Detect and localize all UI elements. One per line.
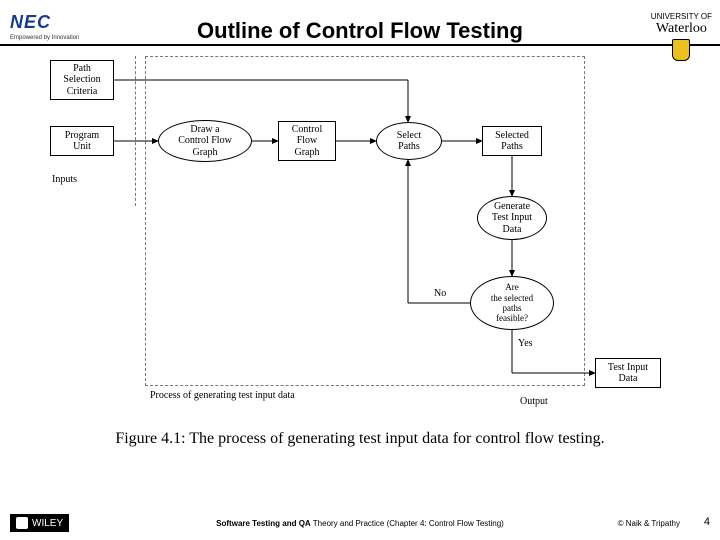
slide-number: 4 — [704, 516, 710, 528]
footer-center: Software Testing and QA Theory and Pract… — [0, 519, 720, 528]
waterloo-prefix: UNIVERSITY OF — [651, 12, 712, 21]
node-select-paths: SelectPaths — [376, 122, 442, 160]
label-process-box: Process of generating test input data — [150, 390, 295, 401]
inputs-dashed-divider — [135, 56, 136, 206]
node-feasible-decision: Arethe selectedpathsfeasible? — [470, 276, 554, 330]
node-selected-paths: SelectedPaths — [482, 126, 542, 156]
label-output: Output — [520, 396, 548, 407]
node-generate-test-input: GenerateTest InputData — [477, 196, 547, 240]
label-no: No — [434, 288, 446, 299]
node-path-selection-criteria: PathSelectionCriteria — [50, 60, 114, 100]
label-yes: Yes — [518, 338, 533, 349]
footer-rest: Theory and Practice (Chapter 4: Control … — [311, 519, 504, 528]
figure-caption: Figure 4.1: The process of generating te… — [0, 430, 720, 448]
waterloo-logo: UNIVERSITY OF Waterloo — [651, 12, 712, 61]
node-draw-cfg: Draw aControl FlowGraph — [158, 120, 252, 162]
node-control-flow-graph: ControlFlowGraph — [278, 121, 336, 161]
footer-bold: Software Testing and QA — [216, 519, 311, 528]
node-program-unit: ProgramUnit — [50, 126, 114, 156]
slide-title: Outline of Control Flow Testing — [0, 18, 720, 44]
waterloo-name: Waterloo — [651, 21, 712, 37]
footer-copyright: © Naik & Tripathy — [618, 519, 680, 528]
label-inputs: Inputs — [52, 174, 77, 185]
crest-icon — [672, 39, 690, 61]
slide-header: NEC Empowered by Innovation Outline of C… — [0, 8, 720, 46]
node-test-input-data: Test InputData — [595, 358, 661, 388]
slide-footer: WILEY Software Testing and QA Theory and… — [0, 512, 720, 534]
flow-diagram: PathSelectionCriteria ProgramUnit Draw a… — [50, 56, 670, 416]
